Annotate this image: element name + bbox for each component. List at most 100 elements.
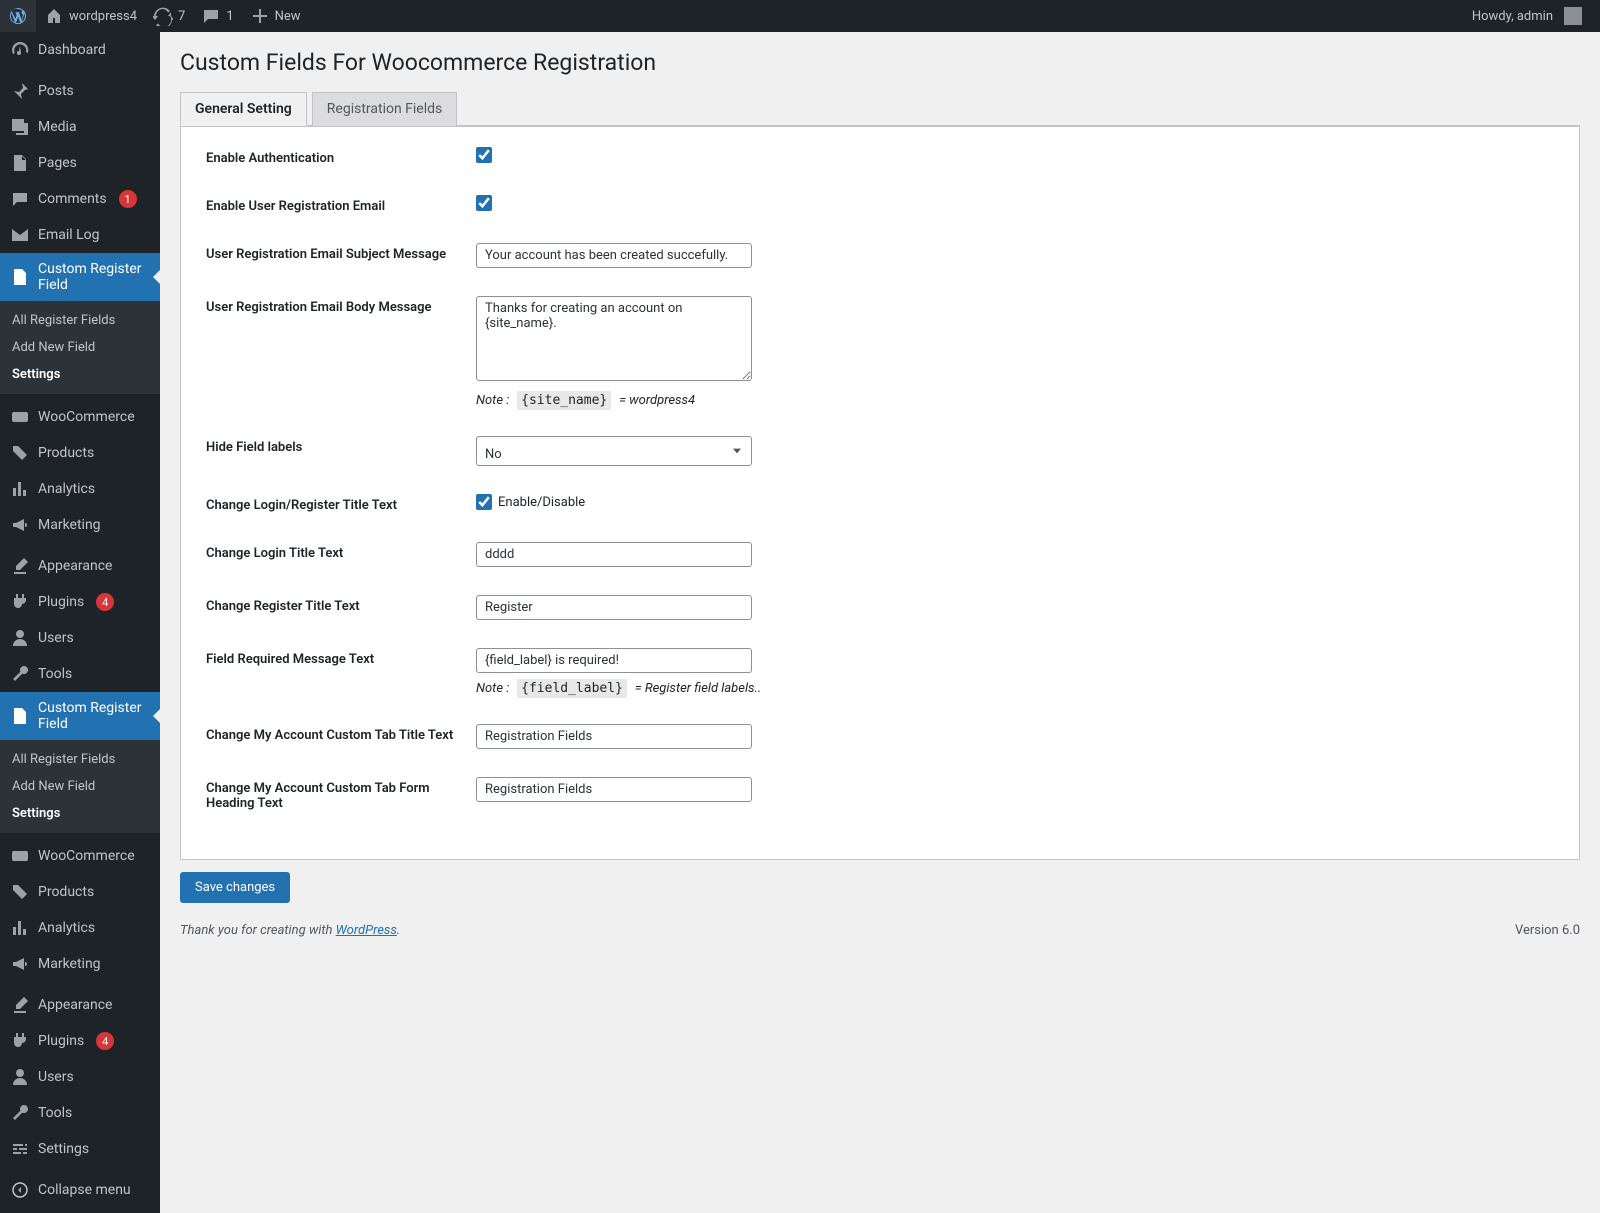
current-indicator-icon bbox=[153, 708, 160, 724]
submenu-add-new-field[interactable]: Add New Field bbox=[0, 334, 160, 361]
menu-label: Products bbox=[38, 445, 94, 461]
menu-posts[interactable]: Posts bbox=[0, 73, 160, 109]
site-name: wordpress4 bbox=[69, 9, 137, 24]
comments-count: 1 bbox=[226, 9, 233, 24]
email-body-textarea[interactable]: Thanks for creating an account on {site_… bbox=[476, 296, 752, 381]
tab-general-setting[interactable]: General Setting bbox=[180, 92, 307, 126]
tab-title-input[interactable] bbox=[476, 724, 752, 749]
menu-settings[interactable]: Settings bbox=[0, 1131, 160, 1167]
collapse-icon bbox=[10, 1180, 30, 1200]
register-title-label: Change Register Title Text bbox=[206, 595, 476, 614]
howdy-label: Howdy, admin bbox=[1472, 9, 1553, 24]
menu-label: Marketing bbox=[38, 517, 101, 533]
wordpress-icon bbox=[8, 6, 28, 26]
menu-products-dup[interactable]: Products bbox=[0, 874, 160, 910]
wrench-icon bbox=[10, 1103, 30, 1123]
enable-reg-email-checkbox[interactable] bbox=[476, 195, 492, 211]
menu-woocommerce-dup[interactable]: WooCommerce bbox=[0, 838, 160, 874]
site-name-menu[interactable]: wordpress4 bbox=[36, 0, 145, 32]
tab-heading-input[interactable] bbox=[476, 777, 752, 802]
hide-labels-label: Hide Field labels bbox=[206, 436, 476, 455]
menu-plugins[interactable]: Plugins 4 bbox=[0, 584, 160, 620]
my-account-menu[interactable]: Howdy, admin bbox=[1464, 0, 1590, 32]
plugin-icon bbox=[10, 1031, 30, 1051]
change-title-checkbox[interactable] bbox=[476, 494, 492, 510]
required-msg-input[interactable] bbox=[476, 648, 752, 673]
admin-bar: wordpress4 7 1 New Howdy, admin bbox=[0, 0, 1600, 32]
collapse-menu[interactable]: Collapse menu bbox=[0, 1172, 160, 1208]
comments-menu[interactable]: 1 bbox=[193, 0, 241, 32]
submenu-settings[interactable]: Settings bbox=[0, 361, 160, 388]
menu-users-dup[interactable]: Users bbox=[0, 1059, 160, 1095]
tabs: General Setting Registration Fields bbox=[180, 92, 1580, 126]
submenu-add-new-field[interactable]: Add New Field bbox=[0, 773, 160, 800]
menu-label: Analytics bbox=[38, 920, 95, 936]
new-content-menu[interactable]: New bbox=[242, 0, 309, 32]
menu-label: Custom Register Field bbox=[38, 700, 150, 732]
submenu-all-register-fields[interactable]: All Register Fields bbox=[0, 307, 160, 334]
media-icon bbox=[10, 117, 30, 137]
menu-appearance-dup[interactable]: Appearance bbox=[0, 987, 160, 1023]
footer-wordpress-link[interactable]: WordPress bbox=[336, 923, 397, 938]
menu-label: Posts bbox=[38, 83, 74, 99]
plugins-badge: 4 bbox=[96, 593, 114, 611]
enable-reg-email-label: Enable User Registration Email bbox=[206, 195, 476, 214]
updates-menu[interactable]: 7 bbox=[145, 0, 193, 32]
menu-users[interactable]: Users bbox=[0, 620, 160, 656]
wrench-icon bbox=[10, 664, 30, 684]
menu-label: Plugins bbox=[38, 1033, 84, 1049]
tab-title-label: Change My Account Custom Tab Title Text bbox=[206, 724, 476, 743]
menu-products[interactable]: Products bbox=[0, 435, 160, 471]
menu-label: Settings bbox=[38, 1141, 89, 1157]
change-login-register-label: Change Login/Register Title Text bbox=[206, 494, 476, 513]
menu-woocommerce[interactable]: WooCommerce bbox=[0, 399, 160, 435]
menu-analytics-dup[interactable]: Analytics bbox=[0, 910, 160, 946]
tab-registration-fields[interactable]: Registration Fields bbox=[312, 92, 457, 126]
home-icon bbox=[44, 6, 64, 26]
email-subject-input[interactable] bbox=[476, 243, 752, 268]
login-title-label: Change Login Title Text bbox=[206, 542, 476, 561]
footer-thank-you: Thank you for creating with bbox=[180, 923, 336, 938]
register-title-input[interactable] bbox=[476, 595, 752, 620]
plus-icon bbox=[250, 6, 270, 26]
menu-tools-dup[interactable]: Tools bbox=[0, 1095, 160, 1131]
menu-plugins-dup[interactable]: Plugins 4 bbox=[0, 1023, 160, 1059]
save-changes-button[interactable]: Save changes bbox=[180, 872, 290, 903]
menu-marketing-dup[interactable]: Marketing bbox=[0, 946, 160, 982]
hide-labels-select[interactable]: No bbox=[476, 436, 752, 466]
document-icon bbox=[10, 706, 30, 726]
menu-label: Appearance bbox=[38, 558, 112, 574]
menu-tools[interactable]: Tools bbox=[0, 656, 160, 692]
email-body-label: User Registration Email Body Message bbox=[206, 296, 476, 315]
wp-logo-menu[interactable] bbox=[0, 0, 36, 32]
menu-custom-register-field-dup[interactable]: Custom Register Field bbox=[0, 692, 160, 740]
menu-marketing[interactable]: Marketing bbox=[0, 507, 160, 543]
menu-pages[interactable]: Pages bbox=[0, 145, 160, 181]
page-title: Custom Fields For Woocommerce Registrati… bbox=[180, 40, 1580, 80]
menu-email-log[interactable]: Email Log bbox=[0, 217, 160, 253]
submenu-all-register-fields[interactable]: All Register Fields bbox=[0, 746, 160, 773]
email-icon bbox=[10, 225, 30, 245]
main-content: Custom Fields For Woocommerce Registrati… bbox=[160, 0, 1600, 958]
new-label: New bbox=[275, 9, 301, 24]
menu-label: Pages bbox=[38, 155, 77, 171]
submenu-settings[interactable]: Settings bbox=[0, 800, 160, 827]
menu-dashboard[interactable]: Dashboard bbox=[0, 32, 160, 68]
user-icon bbox=[10, 1067, 30, 1087]
admin-footer: Thank you for creating with WordPress. V… bbox=[180, 923, 1580, 938]
current-indicator-icon bbox=[153, 269, 160, 285]
menu-appearance[interactable]: Appearance bbox=[0, 548, 160, 584]
settings-panel: Enable Authentication Enable User Regist… bbox=[180, 126, 1580, 860]
menu-comments[interactable]: Comments 1 bbox=[0, 181, 160, 217]
menu-label: Dashboard bbox=[38, 42, 106, 58]
menu-custom-register-field[interactable]: Custom Register Field bbox=[0, 253, 160, 301]
enable-auth-checkbox[interactable] bbox=[476, 147, 492, 163]
enable-disable-wrapper[interactable]: Enable/Disable bbox=[476, 494, 585, 510]
login-title-input[interactable] bbox=[476, 542, 752, 567]
menu-label: Appearance bbox=[38, 997, 112, 1013]
menu-label: Comments bbox=[38, 191, 107, 207]
enable-disable-label: Enable/Disable bbox=[498, 495, 585, 510]
menu-media[interactable]: Media bbox=[0, 109, 160, 145]
menu-analytics[interactable]: Analytics bbox=[0, 471, 160, 507]
menu-label: Collapse menu bbox=[38, 1182, 131, 1198]
